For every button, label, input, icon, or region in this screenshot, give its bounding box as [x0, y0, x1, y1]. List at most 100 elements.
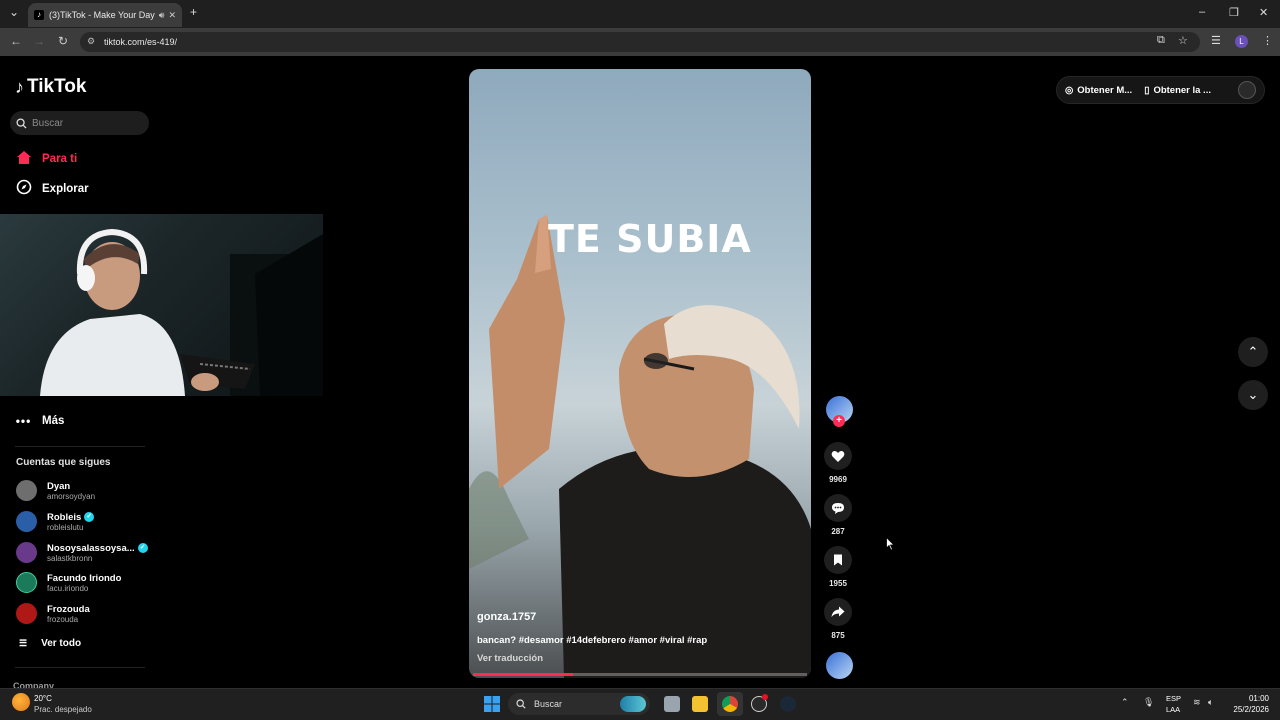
top-right-actions: ◎ Obtener M... ▯ Obtener la ...	[1056, 76, 1265, 104]
account-handle: salastkbronn	[47, 553, 93, 563]
reload-icon[interactable]: ↻	[58, 34, 68, 48]
weather-sun-icon[interactable]	[12, 693, 30, 711]
see-all-label: Ver todo	[41, 638, 82, 649]
previous-video-chevron-up-icon[interactable]: ⌃	[1238, 337, 1268, 367]
get-app-button[interactable]: ▯ Obtener la ...	[1144, 85, 1211, 96]
wifi-icon[interactable]: ≋	[1193, 697, 1201, 708]
avatar	[16, 511, 37, 532]
video-description[interactable]: bancan? #desamor #14defebrero #amor #vir…	[477, 635, 707, 646]
tiktok-logo[interactable]: ♪ TikTok	[15, 76, 86, 98]
tab-list-chevron-icon[interactable]: ⌄	[9, 5, 19, 19]
tab-close-icon[interactable]: ✕	[168, 10, 176, 21]
coin-icon: ◎	[1065, 84, 1074, 96]
verified-badge-icon: ✓	[84, 512, 95, 522]
taskbar-search[interactable]: Buscar	[508, 693, 650, 715]
heart-icon	[824, 442, 852, 470]
microphone-icon[interactable]: 🎙︎	[1143, 697, 1154, 708]
tiktok-note-icon: ♪	[15, 76, 24, 97]
clock-date[interactable]: 25/2/2026	[1222, 705, 1269, 714]
steam-icon[interactable]	[780, 696, 796, 712]
like-button[interactable]: 9969	[824, 442, 852, 484]
input-language[interactable]: ESP	[1166, 694, 1181, 703]
url-field[interactable]: ⚙ tiktok.com/es-419/	[80, 32, 1200, 52]
tiktok-favicon-icon: ♪	[34, 10, 44, 20]
share-button[interactable]: 875	[824, 598, 852, 640]
see-all-button[interactable]: ☰ Ver todo	[19, 638, 81, 649]
clock-time[interactable]: 01:00	[1239, 694, 1269, 703]
minimize-icon[interactable]: –	[1199, 6, 1205, 18]
profile-avatar-icon[interactable]: L	[1235, 35, 1248, 48]
forward-arrow-icon[interactable]: →	[33, 34, 45, 48]
search-highlight-icon	[620, 696, 646, 712]
nav-label: Explorar	[42, 182, 89, 195]
maximize-icon[interactable]: ❐	[1229, 6, 1239, 19]
weather-description[interactable]: Prac. despejado	[34, 705, 92, 714]
media-control-icon[interactable]: ☰	[1211, 34, 1221, 47]
browser-tab[interactable]: ♪ (3)TikTok - Make Your Day 🔊︎ ✕	[28, 3, 182, 27]
phone-icon: ▯	[1144, 84, 1150, 96]
site-info-icon[interactable]: ⚙	[87, 36, 95, 47]
account-name: Robleis	[47, 511, 82, 523]
account-name: Nosoysalassoysa...	[47, 542, 135, 554]
following-account-dyan[interactable]: Dyan amorsoydyan	[16, 480, 95, 501]
chrome-icon[interactable]	[722, 696, 738, 712]
user-avatar[interactable]	[1238, 81, 1256, 99]
tray-chevron-up-icon[interactable]: ⌃	[1121, 697, 1129, 708]
nav-label: Para ti	[42, 153, 78, 165]
search-input[interactable]: Buscar	[10, 111, 149, 135]
avatar	[16, 542, 37, 563]
following-section-title: Cuentas que sigues	[16, 457, 111, 468]
back-arrow-icon[interactable]: ←	[10, 34, 22, 48]
account-name: Facundo Iriondo	[47, 572, 122, 584]
avatar	[16, 572, 37, 593]
avatar	[16, 603, 37, 624]
chrome-menu-icon[interactable]: ⋮	[1262, 34, 1273, 47]
audio-playing-icon[interactable]: 🔊︎	[159, 10, 165, 21]
list-icon: ☰	[19, 638, 28, 648]
avatar	[16, 480, 37, 501]
following-account-nosoysalas[interactable]: Nosoysalassoysa... ✓ salastkbronn	[16, 542, 148, 563]
nav-item-mas[interactable]: ••• Más	[15, 414, 65, 428]
file-explorer-icon[interactable]	[692, 696, 708, 712]
window-close-icon[interactable]: ✕	[1259, 6, 1268, 19]
follow-plus-icon[interactable]: +	[833, 415, 845, 427]
sidebar-divider	[15, 446, 145, 447]
following-account-facundo[interactable]: Facundo Iriondo facu.iriondo	[16, 572, 121, 593]
account-handle: robleislutu	[47, 522, 84, 532]
tab-title: (3)TikTok - Make Your Day	[49, 10, 155, 20]
save-button[interactable]: 1955	[824, 546, 852, 588]
input-layout[interactable]: LAA	[1166, 705, 1180, 714]
get-coins-button[interactable]: ◎ Obtener M...	[1065, 85, 1132, 96]
translate-link[interactable]: Ver traducción	[477, 653, 543, 664]
bookmark-star-icon[interactable]: ☆	[1178, 34, 1188, 47]
task-view-icon[interactable]	[664, 696, 680, 712]
search-icon	[16, 117, 27, 129]
logo-text: TikTok	[27, 76, 87, 97]
weather-temperature[interactable]: 20°C	[34, 694, 52, 703]
share-arrow-icon	[824, 598, 852, 626]
home-icon	[15, 150, 32, 168]
get-app-label: Obtener la ...	[1153, 84, 1211, 96]
volume-icon[interactable]: 🔈︎	[1208, 697, 1213, 708]
nav-item-para-ti[interactable]: Para ti	[15, 150, 77, 168]
more-dots-icon: •••	[15, 414, 32, 428]
url-text: tiktok.com/es-419/	[104, 37, 178, 47]
windows-start-icon[interactable]	[484, 696, 500, 712]
video-progress-fill	[473, 673, 574, 676]
following-account-robleis[interactable]: Robleis ✓ robleislutu	[16, 511, 95, 532]
music-disc-icon[interactable]	[826, 652, 853, 679]
nav-item-explorar[interactable]: Explorar	[15, 179, 89, 198]
share-count: 875	[831, 631, 845, 640]
save-count: 1955	[829, 579, 847, 588]
next-video-chevron-down-icon[interactable]: ⌄	[1238, 380, 1268, 410]
nav-label: Más	[42, 415, 65, 427]
comment-button[interactable]: 287	[824, 494, 852, 536]
video-player[interactable]: TE SUBIA gonza.1757 bancan? #desamor #14…	[469, 69, 811, 678]
new-tab-plus-icon[interactable]: +	[190, 5, 197, 19]
video-username[interactable]: gonza.1757	[477, 611, 536, 623]
video-progress-bar[interactable]	[473, 673, 807, 676]
install-app-icon[interactable]: ⧉	[1157, 34, 1165, 47]
comment-icon	[824, 494, 852, 522]
following-account-frozouda[interactable]: Frozouda frozouda	[16, 603, 90, 624]
sidebar-divider	[15, 667, 145, 668]
